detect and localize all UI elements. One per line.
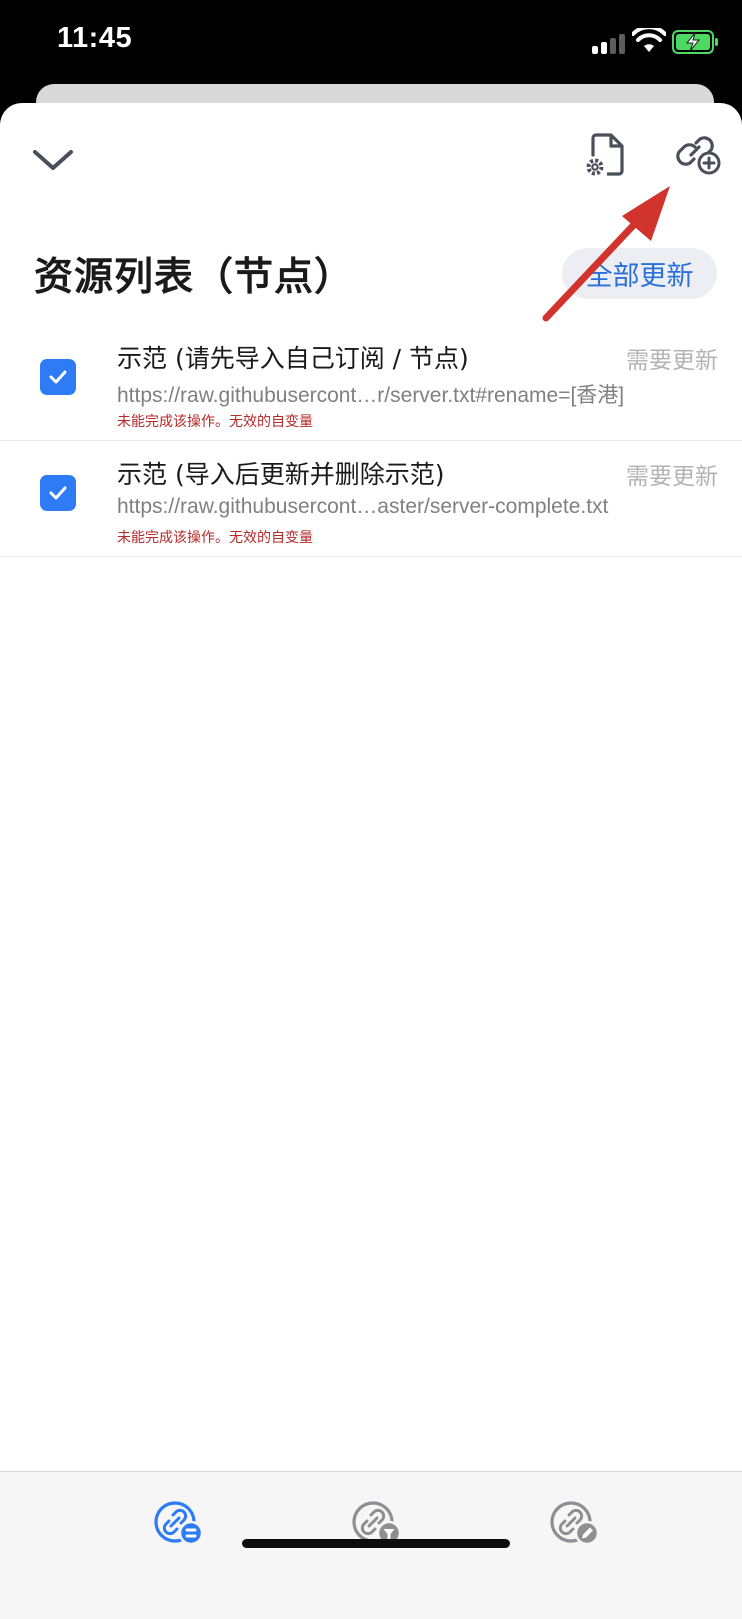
- list-item[interactable]: 示范 (请先导入自己订阅 / 节点) 需要更新 https://raw.gith…: [0, 327, 742, 441]
- cellular-signal-icon: [592, 32, 626, 54]
- link-list-icon[interactable]: [153, 1500, 205, 1546]
- item-error: 未能完成该操作。无效的自变量: [117, 530, 313, 546]
- file-settings-icon[interactable]: [585, 133, 625, 177]
- checkbox-checked[interactable]: [40, 359, 76, 395]
- checkmark-icon: [49, 486, 67, 500]
- wifi-icon: [632, 28, 666, 52]
- update-all-button[interactable]: 全部更新: [562, 248, 717, 299]
- home-indicator: [242, 1539, 510, 1548]
- item-error: 未能完成该操作。无效的自变量: [117, 414, 313, 430]
- item-url: https://raw.githubusercont…r/server.txt#…: [117, 384, 625, 407]
- link-edit-icon[interactable]: [549, 1500, 601, 1546]
- status-bar: 11:45: [0, 0, 742, 90]
- item-url: https://raw.githubusercont…aster/server-…: [117, 495, 609, 518]
- status-time: 11:45: [57, 22, 133, 54]
- battery-charging-icon: [672, 30, 718, 54]
- item-status: 需要更新: [626, 464, 718, 490]
- link-add-icon[interactable]: [676, 133, 722, 175]
- list-item[interactable]: 示范 (导入后更新并删除示范) 需要更新 https://raw.githubu…: [0, 443, 742, 557]
- checkmark-icon: [49, 370, 67, 384]
- chevron-down-icon[interactable]: [30, 143, 76, 177]
- page-title: 资源列表（节点）: [34, 255, 355, 300]
- item-name: 示范 (导入后更新并删除示范): [117, 460, 445, 489]
- resource-list-sheet: 资源列表（节点） 全部更新 示范 (请先导入自己订阅 / 节点) 需要更新 ht…: [0, 103, 742, 1618]
- item-status: 需要更新: [626, 348, 718, 374]
- checkbox-checked[interactable]: [40, 475, 76, 511]
- item-name: 示范 (请先导入自己订阅 / 节点): [117, 344, 469, 373]
